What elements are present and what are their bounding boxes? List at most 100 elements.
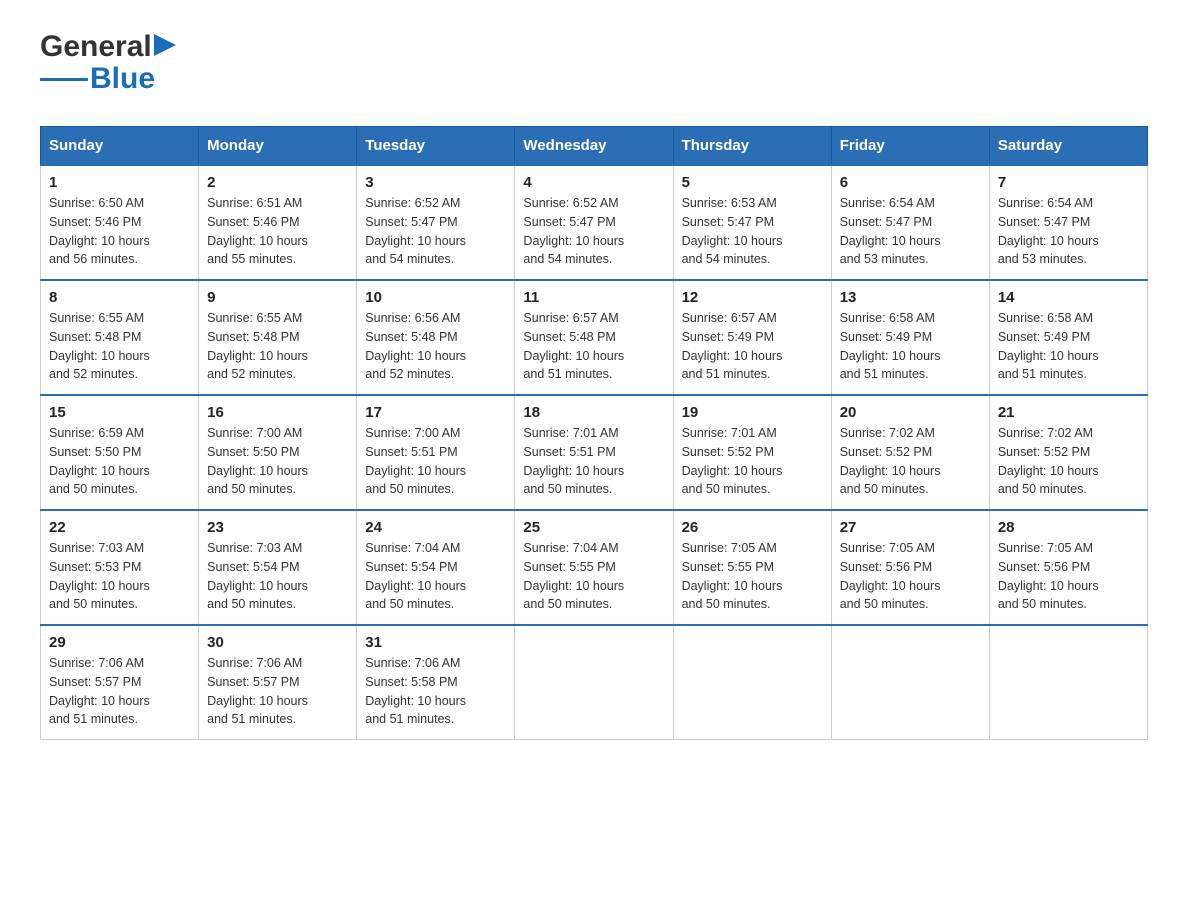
calendar-cell bbox=[515, 625, 673, 740]
calendar-cell: 5 Sunrise: 6:53 AMSunset: 5:47 PMDayligh… bbox=[673, 165, 831, 280]
day-info: Sunrise: 6:52 AMSunset: 5:47 PMDaylight:… bbox=[365, 196, 466, 266]
calendar-cell: 21 Sunrise: 7:02 AMSunset: 5:52 PMDaylig… bbox=[989, 395, 1147, 510]
calendar-cell bbox=[831, 625, 989, 740]
day-header-tuesday: Tuesday bbox=[357, 127, 515, 166]
day-info: Sunrise: 7:00 AMSunset: 5:50 PMDaylight:… bbox=[207, 426, 308, 496]
day-header-sunday: Sunday bbox=[41, 127, 199, 166]
day-number: 5 bbox=[682, 174, 823, 191]
logo-underline bbox=[40, 78, 88, 81]
day-header-friday: Friday bbox=[831, 127, 989, 166]
calendar-cell: 12 Sunrise: 6:57 AMSunset: 5:49 PMDaylig… bbox=[673, 280, 831, 395]
day-number: 24 bbox=[365, 519, 506, 536]
calendar-cell: 8 Sunrise: 6:55 AMSunset: 5:48 PMDayligh… bbox=[41, 280, 199, 395]
day-header-monday: Monday bbox=[199, 127, 357, 166]
calendar-cell: 23 Sunrise: 7:03 AMSunset: 5:54 PMDaylig… bbox=[199, 510, 357, 625]
week-row-5: 29 Sunrise: 7:06 AMSunset: 5:57 PMDaylig… bbox=[41, 625, 1148, 740]
day-number: 4 bbox=[523, 174, 664, 191]
week-row-2: 8 Sunrise: 6:55 AMSunset: 5:48 PMDayligh… bbox=[41, 280, 1148, 395]
logo: General Blue bbox=[40, 30, 176, 96]
day-info: Sunrise: 7:06 AMSunset: 5:57 PMDaylight:… bbox=[49, 656, 150, 726]
calendar-cell: 28 Sunrise: 7:05 AMSunset: 5:56 PMDaylig… bbox=[989, 510, 1147, 625]
day-info: Sunrise: 6:59 AMSunset: 5:50 PMDaylight:… bbox=[49, 426, 150, 496]
day-number: 8 bbox=[49, 289, 190, 306]
calendar-cell: 27 Sunrise: 7:05 AMSunset: 5:56 PMDaylig… bbox=[831, 510, 989, 625]
calendar-cell: 18 Sunrise: 7:01 AMSunset: 5:51 PMDaylig… bbox=[515, 395, 673, 510]
calendar-cell: 6 Sunrise: 6:54 AMSunset: 5:47 PMDayligh… bbox=[831, 165, 989, 280]
day-number: 30 bbox=[207, 634, 348, 651]
day-info: Sunrise: 7:05 AMSunset: 5:56 PMDaylight:… bbox=[998, 541, 1099, 611]
calendar-cell: 9 Sunrise: 6:55 AMSunset: 5:48 PMDayligh… bbox=[199, 280, 357, 395]
calendar-cell: 29 Sunrise: 7:06 AMSunset: 5:57 PMDaylig… bbox=[41, 625, 199, 740]
day-number: 6 bbox=[840, 174, 981, 191]
calendar-cell: 24 Sunrise: 7:04 AMSunset: 5:54 PMDaylig… bbox=[357, 510, 515, 625]
day-info: Sunrise: 7:06 AMSunset: 5:57 PMDaylight:… bbox=[207, 656, 308, 726]
day-info: Sunrise: 6:51 AMSunset: 5:46 PMDaylight:… bbox=[207, 196, 308, 266]
day-info: Sunrise: 7:04 AMSunset: 5:55 PMDaylight:… bbox=[523, 541, 624, 611]
day-number: 17 bbox=[365, 404, 506, 421]
calendar-cell: 26 Sunrise: 7:05 AMSunset: 5:55 PMDaylig… bbox=[673, 510, 831, 625]
day-number: 13 bbox=[840, 289, 981, 306]
day-number: 21 bbox=[998, 404, 1139, 421]
day-info: Sunrise: 6:58 AMSunset: 5:49 PMDaylight:… bbox=[998, 311, 1099, 381]
day-number: 11 bbox=[523, 289, 664, 306]
day-number: 23 bbox=[207, 519, 348, 536]
day-number: 12 bbox=[682, 289, 823, 306]
day-number: 18 bbox=[523, 404, 664, 421]
calendar-cell bbox=[989, 625, 1147, 740]
day-number: 16 bbox=[207, 404, 348, 421]
days-header-row: SundayMondayTuesdayWednesdayThursdayFrid… bbox=[41, 127, 1148, 166]
day-info: Sunrise: 7:05 AMSunset: 5:56 PMDaylight:… bbox=[840, 541, 941, 611]
day-info: Sunrise: 6:57 AMSunset: 5:49 PMDaylight:… bbox=[682, 311, 783, 381]
day-info: Sunrise: 6:55 AMSunset: 5:48 PMDaylight:… bbox=[49, 311, 150, 381]
day-number: 28 bbox=[998, 519, 1139, 536]
day-number: 9 bbox=[207, 289, 348, 306]
day-number: 7 bbox=[998, 174, 1139, 191]
calendar-cell: 11 Sunrise: 6:57 AMSunset: 5:48 PMDaylig… bbox=[515, 280, 673, 395]
calendar-cell: 20 Sunrise: 7:02 AMSunset: 5:52 PMDaylig… bbox=[831, 395, 989, 510]
day-info: Sunrise: 7:03 AMSunset: 5:53 PMDaylight:… bbox=[49, 541, 150, 611]
day-number: 3 bbox=[365, 174, 506, 191]
day-number: 29 bbox=[49, 634, 190, 651]
day-info: Sunrise: 7:03 AMSunset: 5:54 PMDaylight:… bbox=[207, 541, 308, 611]
day-number: 26 bbox=[682, 519, 823, 536]
calendar-cell: 13 Sunrise: 6:58 AMSunset: 5:49 PMDaylig… bbox=[831, 280, 989, 395]
logo-blue: Blue bbox=[90, 62, 155, 96]
day-info: Sunrise: 7:02 AMSunset: 5:52 PMDaylight:… bbox=[998, 426, 1099, 496]
day-info: Sunrise: 7:05 AMSunset: 5:55 PMDaylight:… bbox=[682, 541, 783, 611]
day-number: 19 bbox=[682, 404, 823, 421]
calendar-cell: 15 Sunrise: 6:59 AMSunset: 5:50 PMDaylig… bbox=[41, 395, 199, 510]
calendar-cell: 17 Sunrise: 7:00 AMSunset: 5:51 PMDaylig… bbox=[357, 395, 515, 510]
day-info: Sunrise: 6:55 AMSunset: 5:48 PMDaylight:… bbox=[207, 311, 308, 381]
day-number: 15 bbox=[49, 404, 190, 421]
day-info: Sunrise: 6:54 AMSunset: 5:47 PMDaylight:… bbox=[998, 196, 1099, 266]
day-header-wednesday: Wednesday bbox=[515, 127, 673, 166]
calendar-cell: 22 Sunrise: 7:03 AMSunset: 5:53 PMDaylig… bbox=[41, 510, 199, 625]
calendar-cell: 16 Sunrise: 7:00 AMSunset: 5:50 PMDaylig… bbox=[199, 395, 357, 510]
calendar-cell: 14 Sunrise: 6:58 AMSunset: 5:49 PMDaylig… bbox=[989, 280, 1147, 395]
page-header: General Blue bbox=[40, 30, 1148, 96]
calendar-cell: 31 Sunrise: 7:06 AMSunset: 5:58 PMDaylig… bbox=[357, 625, 515, 740]
day-info: Sunrise: 6:50 AMSunset: 5:46 PMDaylight:… bbox=[49, 196, 150, 266]
day-info: Sunrise: 6:58 AMSunset: 5:49 PMDaylight:… bbox=[840, 311, 941, 381]
calendar-cell: 2 Sunrise: 6:51 AMSunset: 5:46 PMDayligh… bbox=[199, 165, 357, 280]
day-info: Sunrise: 6:53 AMSunset: 5:47 PMDaylight:… bbox=[682, 196, 783, 266]
calendar-cell: 4 Sunrise: 6:52 AMSunset: 5:47 PMDayligh… bbox=[515, 165, 673, 280]
calendar-cell: 1 Sunrise: 6:50 AMSunset: 5:46 PMDayligh… bbox=[41, 165, 199, 280]
day-number: 31 bbox=[365, 634, 506, 651]
logo-triangle-icon bbox=[154, 34, 176, 56]
calendar-cell: 30 Sunrise: 7:06 AMSunset: 5:57 PMDaylig… bbox=[199, 625, 357, 740]
calendar-cell: 7 Sunrise: 6:54 AMSunset: 5:47 PMDayligh… bbox=[989, 165, 1147, 280]
day-number: 14 bbox=[998, 289, 1139, 306]
day-number: 2 bbox=[207, 174, 348, 191]
day-number: 10 bbox=[365, 289, 506, 306]
day-info: Sunrise: 7:00 AMSunset: 5:51 PMDaylight:… bbox=[365, 426, 466, 496]
week-row-4: 22 Sunrise: 7:03 AMSunset: 5:53 PMDaylig… bbox=[41, 510, 1148, 625]
week-row-1: 1 Sunrise: 6:50 AMSunset: 5:46 PMDayligh… bbox=[41, 165, 1148, 280]
day-header-saturday: Saturday bbox=[989, 127, 1147, 166]
day-number: 20 bbox=[840, 404, 981, 421]
day-info: Sunrise: 7:04 AMSunset: 5:54 PMDaylight:… bbox=[365, 541, 466, 611]
day-number: 27 bbox=[840, 519, 981, 536]
day-number: 25 bbox=[523, 519, 664, 536]
week-row-3: 15 Sunrise: 6:59 AMSunset: 5:50 PMDaylig… bbox=[41, 395, 1148, 510]
day-number: 22 bbox=[49, 519, 190, 536]
